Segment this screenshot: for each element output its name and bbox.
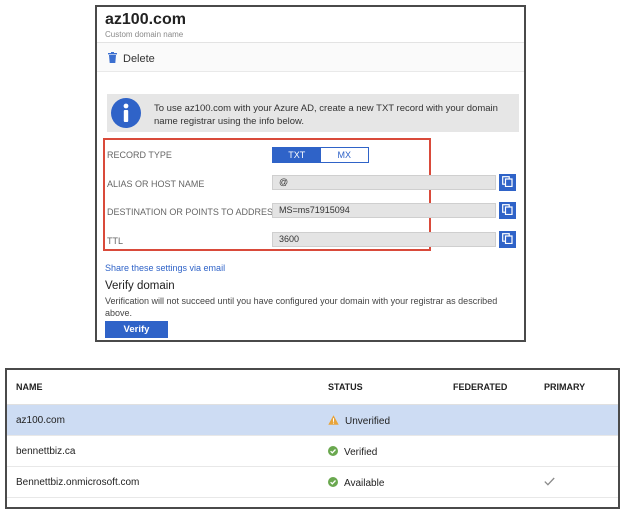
- command-bar: [97, 43, 524, 72]
- copy-icon: [502, 174, 513, 192]
- verify-heading: Verify domain: [105, 280, 175, 292]
- column-header-name[interactable]: NAME: [16, 382, 43, 392]
- record-type-toggle[interactable]: TXT MX: [272, 147, 369, 163]
- domain-status: Unverified: [328, 415, 390, 428]
- record-type-label: RECORD TYPE: [107, 150, 172, 160]
- warning-icon: [328, 415, 339, 428]
- domain-status: Available: [328, 477, 384, 490]
- status-text: Available: [344, 478, 385, 489]
- ttl-field[interactable]: 3600: [272, 232, 496, 247]
- table-row[interactable]: bennettbiz.ca Verified: [7, 436, 618, 467]
- page-subtitle: Custom domain name: [105, 30, 184, 39]
- check-circle-icon: [328, 446, 338, 459]
- delete-button[interactable]: Delete: [108, 50, 155, 68]
- info-text: To use az100.com with your Azure AD, cre…: [154, 103, 498, 127]
- copy-destination-button[interactable]: [499, 202, 516, 219]
- column-header-federated[interactable]: FEDERATED: [453, 382, 507, 392]
- verify-button[interactable]: Verify: [105, 321, 168, 338]
- table-row[interactable]: az100.com Unverified: [7, 405, 618, 436]
- custom-domain-panel: az100.com Custom domain name Delete To u…: [95, 5, 526, 342]
- share-settings-link[interactable]: Share these settings via email: [105, 263, 225, 273]
- copy-icon: [502, 231, 513, 249]
- domain-name: az100.com: [16, 415, 65, 426]
- alias-label: ALIAS OR HOST NAME: [107, 179, 205, 189]
- primary-checkmark-icon: [544, 477, 555, 486]
- table-header: NAME STATUS FEDERATED PRIMARY: [7, 370, 618, 405]
- info-icon: [110, 97, 142, 134]
- status-text: Verified: [344, 447, 378, 458]
- copy-icon: [502, 202, 513, 220]
- copy-ttl-button[interactable]: [499, 231, 516, 248]
- check-circle-icon: [328, 477, 338, 490]
- page-title: az100.com: [105, 11, 186, 28]
- domain-name: bennettbiz.ca: [16, 446, 76, 457]
- domain-name: Bennettbiz.onmicrosoft.com: [16, 477, 140, 488]
- domains-table: NAME STATUS FEDERATED PRIMARY az100.com …: [5, 368, 620, 509]
- info-banner: To use az100.com with your Azure AD, cre…: [107, 94, 519, 132]
- status-text: Unverified: [345, 416, 391, 427]
- alias-field[interactable]: @: [272, 175, 496, 190]
- destination-field[interactable]: MS=ms71915094: [272, 203, 496, 218]
- domain-status: Verified: [328, 446, 377, 459]
- column-header-status[interactable]: STATUS: [328, 382, 363, 392]
- record-type-mx-option[interactable]: MX: [320, 148, 368, 162]
- copy-alias-button[interactable]: [499, 174, 516, 191]
- trash-icon: [108, 50, 117, 68]
- column-header-primary[interactable]: PRIMARY: [544, 382, 585, 392]
- verify-description: Verification will not succeed until you …: [105, 296, 498, 318]
- table-row[interactable]: Bennettbiz.onmicrosoft.com Available: [7, 467, 618, 498]
- ttl-label: TTL: [107, 236, 124, 246]
- delete-label: Delete: [123, 53, 155, 65]
- destination-label: DESTINATION OR POINTS TO ADDRESS: [107, 207, 280, 217]
- record-type-txt-option[interactable]: TXT: [273, 148, 321, 162]
